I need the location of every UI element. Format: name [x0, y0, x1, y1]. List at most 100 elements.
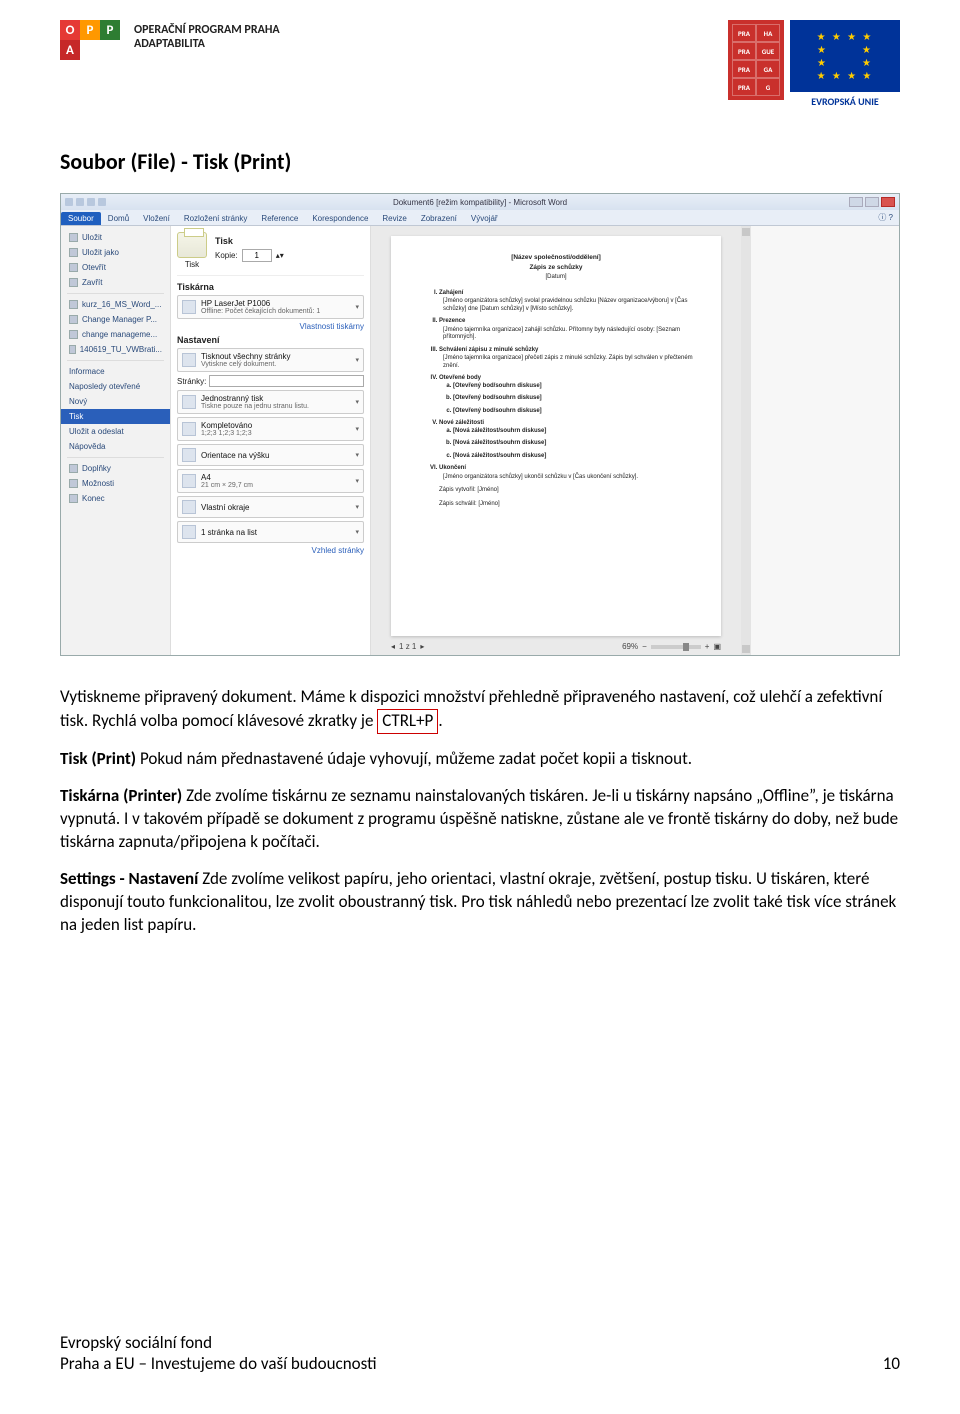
- eu-label: EVROPSKÁ UNIE: [790, 95, 900, 108]
- zoom-out-button[interactable]: −: [642, 642, 647, 651]
- collate-icon: [182, 422, 196, 436]
- tab-home[interactable]: Domů: [101, 212, 136, 225]
- recent-item[interactable]: 140619_TU_VWBrati...: [61, 342, 170, 357]
- arrow-down-icon: [742, 645, 750, 653]
- titlebar: Dokument6 [režim kompatibility] - Micros…: [61, 194, 899, 210]
- saveas-icon: [69, 248, 78, 257]
- doc-icon: [69, 300, 78, 309]
- printer-icon: [182, 300, 196, 314]
- exit-icon: [69, 494, 78, 503]
- nav-help[interactable]: Nápověda: [61, 439, 170, 454]
- preview-page: [Název společnosti/oddělení] Zápis ze sc…: [391, 236, 721, 636]
- copies-label: Kopie:: [215, 251, 238, 260]
- page-title: Soubor (File) - Tisk (Print): [60, 148, 900, 175]
- preview-scrollbar[interactable]: [741, 226, 751, 655]
- tab-review[interactable]: Revize: [375, 212, 413, 225]
- stepper-icon[interactable]: ▴▾: [276, 251, 284, 260]
- paragraph-lead: Tisk (Print): [60, 748, 140, 769]
- close-button[interactable]: [881, 197, 895, 207]
- tab-insert[interactable]: Vložení: [136, 212, 177, 225]
- tab-file[interactable]: Soubor: [61, 212, 101, 225]
- oppa-letter: A: [60, 40, 80, 60]
- save-icon: [69, 233, 78, 242]
- footer-line2: Praha a EU – Investujeme do vaší budoucn…: [60, 1353, 377, 1374]
- print-preview-pane: [Název společnosti/oddělení] Zápis ze sc…: [371, 226, 741, 655]
- nav-save[interactable]: Uložit: [61, 230, 170, 245]
- sides-icon: [182, 395, 196, 409]
- oppa-letter: O: [60, 20, 80, 40]
- settings-section-title: Nastavení: [177, 335, 364, 345]
- page-setup-link[interactable]: Vzhled stránky: [177, 546, 364, 555]
- paper-size-selector[interactable]: A421 cm × 29,7 cm ▾: [177, 469, 364, 493]
- quick-access-toolbar[interactable]: [65, 198, 106, 206]
- zoom-slider[interactable]: [651, 645, 701, 649]
- zoom-level: 69%: [622, 642, 638, 651]
- nav-close[interactable]: Zavřít: [61, 275, 170, 290]
- fit-page-button[interactable]: ▣: [713, 642, 721, 651]
- margins-selector[interactable]: Vlastní okraje ▾: [177, 496, 364, 518]
- paragraph-text: Pokud nám přednastavené údaje vyhovují, …: [140, 748, 692, 769]
- copies-input[interactable]: [242, 249, 272, 262]
- orientation-icon: [182, 448, 196, 462]
- recent-item[interactable]: change manageme...: [61, 327, 170, 342]
- persheet-selector[interactable]: 1 stránka na list ▾: [177, 521, 364, 543]
- nav-exit[interactable]: Konec: [61, 491, 170, 506]
- margins-icon: [182, 500, 196, 514]
- zoom-in-button[interactable]: +: [705, 642, 710, 651]
- program-title-line1: OPERAČNÍ PROGRAM PRAHA: [134, 23, 280, 37]
- page-nav[interactable]: ◂ 1 z 1 ▸: [391, 642, 424, 651]
- body-text: Vytiskneme připravený dokument. Máme k d…: [60, 686, 900, 936]
- chevron-down-icon: ▾: [355, 356, 359, 364]
- tab-mailings[interactable]: Korespondence: [305, 212, 375, 225]
- nav-addins[interactable]: Doplňky: [61, 461, 170, 476]
- page-number: 10: [883, 1353, 900, 1374]
- ribbon-tabs: Soubor Domů Vložení Rozložení stránky Re…: [61, 210, 899, 226]
- header-logos: O P P A OPERAČNÍ PROGRAM PRAHA ADAPTABIL…: [60, 20, 900, 108]
- page-footer: Evropský sociální fond Praha a EU – Inve…: [60, 1332, 900, 1374]
- options-icon: [69, 479, 78, 488]
- nav-print[interactable]: Tisk: [61, 409, 170, 424]
- orientation-selector[interactable]: Orientace na výšku ▾: [177, 444, 364, 466]
- eu-logo: ★ ★ ★ ★★ ★★ ★★ ★ ★ ★ EVROPSKÁ UNIE: [790, 20, 900, 108]
- printer-properties-link[interactable]: Vlastnosti tiskárny: [177, 322, 364, 331]
- chevron-down-icon: ▾: [355, 425, 359, 433]
- nav-recent[interactable]: Naposledy otevřené: [61, 379, 170, 394]
- recent-item[interactable]: Change Manager P...: [61, 312, 170, 327]
- maximize-button[interactable]: [865, 197, 879, 207]
- recent-item[interactable]: kurz_16_MS_Word_...: [61, 297, 170, 312]
- collate-selector[interactable]: Kompletováno1;2;3 1;2;3 1;2;3 ▾: [177, 417, 364, 441]
- print-scope-selector[interactable]: Tisknout všechny stránkyVytiskne celý do…: [177, 348, 364, 372]
- print-button-label: Tisk: [177, 260, 207, 269]
- nav-new[interactable]: Nový: [61, 394, 170, 409]
- doc-icon: [69, 345, 76, 354]
- oppa-letter: P: [100, 20, 120, 40]
- tab-references[interactable]: Reference: [254, 212, 305, 225]
- pages-label: Stránky:: [177, 377, 206, 386]
- sides-selector[interactable]: Jednostranný tiskTiskne pouze na jednu s…: [177, 390, 364, 414]
- arrow-up-icon: [742, 228, 750, 236]
- printer-selector[interactable]: HP LaserJet P1006Offline: Počet čekající…: [177, 295, 364, 319]
- chevron-down-icon: ▾: [355, 398, 359, 406]
- tab-view[interactable]: Zobrazení: [414, 212, 464, 225]
- backstage-nav: Uložit Uložit jako Otevřít Zavřít kurz_1…: [61, 226, 171, 655]
- pages-input[interactable]: [209, 375, 364, 387]
- paragraph-text: Vytiskneme připravený dokument. Máme k d…: [60, 686, 882, 731]
- print-settings-pane: Tisk Tisk Kopie: ▴▾ Tiskárna HP LaserJe: [171, 226, 371, 655]
- paragraph-lead: Settings - Nastavení: [60, 868, 202, 889]
- doc-icon: [69, 330, 78, 339]
- print-button-icon[interactable]: [177, 232, 207, 258]
- minimize-button[interactable]: [849, 197, 863, 207]
- nav-share[interactable]: Uložit a odeslat: [61, 424, 170, 439]
- nav-open[interactable]: Otevřít: [61, 260, 170, 275]
- chevron-down-icon: ▾: [355, 528, 359, 536]
- nav-options[interactable]: Možnosti: [61, 476, 170, 491]
- help-icon[interactable]: ⓘ ?: [878, 212, 893, 223]
- praha-logo: PRAHA PRAGUE PRAGA PRAG: [728, 20, 784, 100]
- tab-layout[interactable]: Rozložení stránky: [177, 212, 255, 225]
- nav-saveas[interactable]: Uložit jako: [61, 245, 170, 260]
- pages-icon: [182, 353, 196, 367]
- printer-section-title: Tiskárna: [177, 282, 364, 292]
- tab-developer[interactable]: Vývojář: [464, 212, 505, 225]
- open-icon: [69, 263, 78, 272]
- nav-info[interactable]: Informace: [61, 364, 170, 379]
